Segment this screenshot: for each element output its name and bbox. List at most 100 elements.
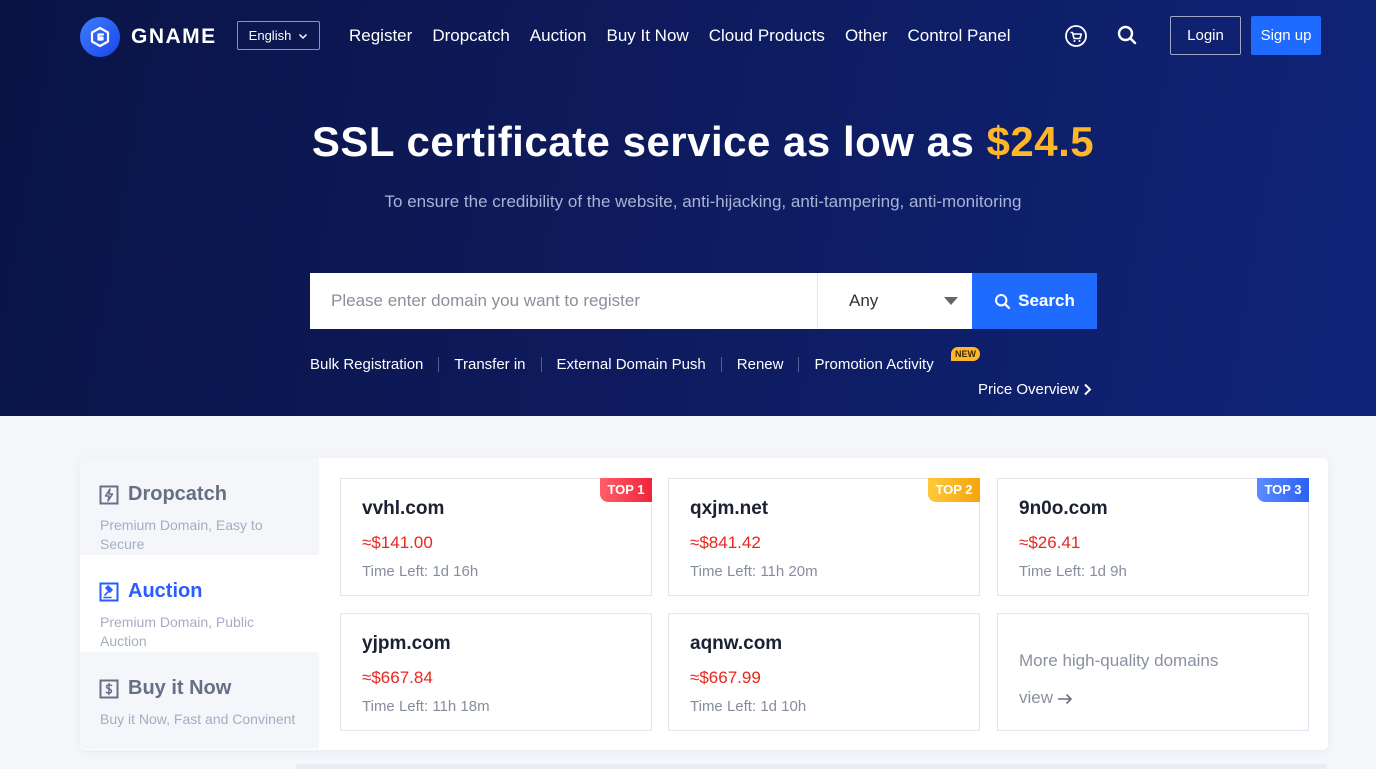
gname-logo-icon — [80, 17, 120, 57]
domain-price: ≈$141.00 — [362, 533, 433, 552]
domain-time-left: Time Left: 1d 9h — [1019, 563, 1127, 580]
domain-price: ≈$841.42 — [690, 533, 761, 552]
domain-search-input[interactable] — [310, 273, 817, 329]
tab-buy-it-now-head: Buy it Now — [99, 677, 231, 700]
domain-search-bar: Any Search — [310, 273, 1097, 329]
tab-description: Buy it Now, Fast and Convinent — [100, 711, 296, 727]
divider — [798, 357, 800, 372]
tab-description: Premium Domain, Public Auction — [100, 614, 255, 649]
time-left-value: 11h 20m — [760, 563, 818, 580]
domain-price: ≈$667.99 — [690, 668, 761, 687]
language-label: English — [248, 28, 292, 43]
domain-time-left: Time Left: 1d 16h — [362, 563, 478, 580]
lightning-icon — [99, 485, 119, 504]
quick-link-promotion-activity[interactable]: Promotion Activity — [814, 356, 933, 373]
caret-down-icon — [944, 297, 958, 305]
language-select[interactable]: English — [237, 21, 320, 50]
price-overview-link[interactable]: Price Overview — [978, 381, 1092, 398]
arrow-right-icon — [1058, 693, 1073, 704]
nav-register[interactable]: Register — [349, 24, 412, 48]
search-button[interactable]: Search — [972, 273, 1097, 329]
gavel-icon — [99, 582, 119, 601]
more-domains-card[interactable]: More high-quality domains view — [997, 613, 1309, 731]
nav-cloud-products[interactable]: Cloud Products — [709, 24, 825, 48]
domain-price: ≈$26.41 — [1019, 533, 1081, 552]
quick-links: Bulk Registration Transfer in External D… — [310, 356, 934, 373]
domain-card-1[interactable]: vvhl.com ≈$141.00 Time Left: 1d 16h TOP … — [340, 478, 652, 596]
search-button-label: Search — [1018, 291, 1075, 310]
price-overview-label: Price Overview — [978, 381, 1079, 398]
divider — [540, 357, 542, 372]
domain-time-left: Time Left: 11h 18m — [362, 698, 490, 715]
domain-card-4[interactable]: yjpm.com ≈$667.84 Time Left: 11h 18m — [340, 613, 652, 731]
quick-link-renew[interactable]: Renew — [737, 356, 784, 373]
quick-link-bulk-registration[interactable]: Bulk Registration — [310, 356, 423, 373]
tab-title: Buy it Now — [128, 677, 232, 699]
quick-link-external-domain-push[interactable]: External Domain Push — [557, 356, 706, 373]
search-icon — [995, 293, 1011, 309]
domain-time-left: Time Left: 11h 20m — [690, 563, 818, 580]
signup-button[interactable]: Sign up — [1251, 16, 1321, 55]
domain-name: aqnw.com — [690, 633, 783, 654]
cart-icon[interactable] — [1064, 24, 1088, 48]
domain-name: 9n0o.com — [1019, 498, 1108, 519]
time-left-value: 1d 9h — [1089, 563, 1127, 580]
hero-banner: GNAME English Register Dropcatch Auction… — [0, 0, 1376, 416]
nav-auction[interactable]: Auction — [530, 24, 587, 48]
tld-select-value: Any — [849, 291, 879, 310]
divider — [438, 357, 440, 372]
hero-title-price: $24.5 — [986, 118, 1095, 165]
time-left-label: Time Left: — [690, 563, 757, 580]
search-icon[interactable] — [1116, 24, 1138, 46]
domain-name: qxjm.net — [690, 498, 769, 519]
time-left-value: 1d 16h — [432, 563, 479, 580]
domain-card-2[interactable]: qxjm.net ≈$841.42 Time Left: 11h 20m TOP… — [668, 478, 980, 596]
domain-price: ≈$667.84 — [362, 668, 433, 687]
domain-card-5[interactable]: aqnw.com ≈$667.99 Time Left: 1d 10h — [668, 613, 980, 731]
tab-auction-head: Auction — [99, 580, 202, 603]
time-left-label: Time Left: — [362, 698, 429, 715]
domain-card-3[interactable]: 9n0o.com ≈$26.41 Time Left: 1d 9h TOP 3 — [997, 478, 1309, 596]
hero-title-text: SSL certificate service as low as — [311, 118, 975, 165]
tab-title: Dropcatch — [128, 483, 227, 505]
domain-time-left: Time Left: 1d 10h — [690, 698, 806, 715]
hero-title: SSL certificate service as low as $24.5 — [0, 118, 1376, 166]
more-domains-label: More high-quality domains — [1019, 651, 1219, 670]
view-link[interactable]: view — [1019, 688, 1053, 707]
tld-select[interactable]: Any — [817, 273, 972, 329]
chevron-right-icon — [1084, 383, 1092, 396]
tab-title: Auction — [128, 580, 203, 602]
market-tabs: Dropcatch Premium Domain, Easy to Secure… — [80, 458, 319, 750]
more-domains-text: More high-quality domains view — [1019, 642, 1279, 716]
brand-name: GNAME — [131, 25, 217, 48]
nav-other[interactable]: Other — [845, 24, 888, 48]
time-left-value: 1d 10h — [760, 698, 807, 715]
time-left-label: Time Left: — [1019, 563, 1086, 580]
new-badge: NEW — [951, 347, 980, 361]
top-badge: TOP 3 — [1257, 478, 1309, 502]
top-badge: TOP 1 — [600, 478, 652, 502]
domain-name: vvhl.com — [362, 498, 445, 519]
dollar-icon — [99, 679, 119, 698]
chevron-down-icon — [299, 33, 308, 39]
main-nav: Register Dropcatch Auction Buy It Now Cl… — [349, 24, 1030, 48]
time-left-label: Time Left: — [690, 698, 757, 715]
nav-buy-it-now[interactable]: Buy It Now — [607, 24, 689, 48]
tab-auction[interactable]: Auction Premium Domain, Public Auction — [80, 555, 319, 652]
tab-dropcatch-head: Dropcatch — [99, 483, 227, 506]
top-badge: TOP 2 — [928, 478, 980, 502]
login-button[interactable]: Login — [1170, 16, 1241, 55]
tab-dropcatch[interactable]: Dropcatch Premium Domain, Easy to Secure — [80, 458, 319, 555]
quick-link-transfer-in[interactable]: Transfer in — [454, 356, 525, 373]
time-left-value: 11h 18m — [432, 698, 490, 715]
tab-description: Premium Domain, Easy to Secure — [100, 517, 263, 552]
bottom-shadow — [296, 764, 1326, 769]
time-left-label: Time Left: — [362, 563, 429, 580]
divider — [720, 357, 722, 372]
nav-control-panel[interactable]: Control Panel — [907, 24, 1010, 48]
logo[interactable]: GNAME — [80, 17, 217, 57]
tab-buy-it-now[interactable]: Buy it Now Buy it Now, Fast and Convinen… — [80, 652, 319, 749]
hero-subtitle: To ensure the credibility of the website… — [384, 192, 1022, 211]
nav-dropcatch[interactable]: Dropcatch — [432, 24, 509, 48]
domain-name: yjpm.com — [362, 633, 451, 654]
